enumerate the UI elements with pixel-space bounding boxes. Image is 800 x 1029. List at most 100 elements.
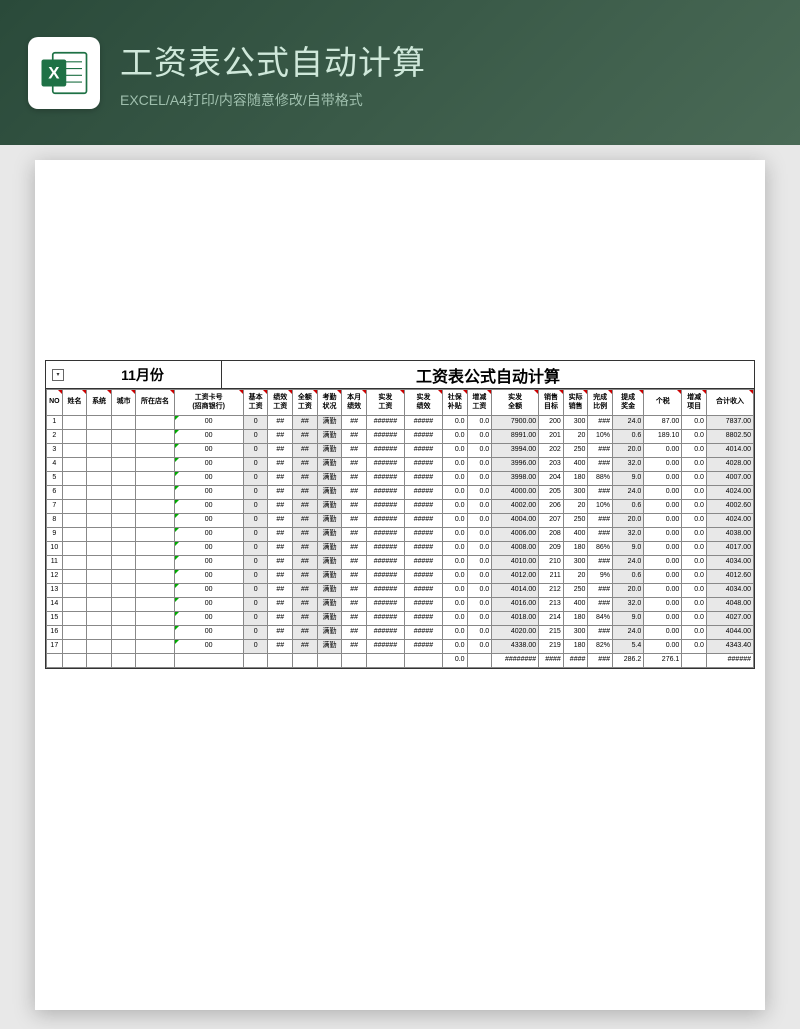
cell[interactable]: 88% — [588, 472, 613, 486]
cell[interactable]: ## — [342, 640, 367, 654]
cell[interactable]: 20.0 — [612, 584, 643, 598]
cell[interactable]: ## — [342, 486, 367, 500]
cell[interactable]: 0 — [243, 514, 268, 528]
cell[interactable] — [111, 528, 136, 542]
cell[interactable]: ##### — [404, 542, 442, 556]
cell[interactable]: 209 — [539, 542, 564, 556]
cell[interactable]: 32.0 — [612, 598, 643, 612]
cell[interactable]: ## — [268, 556, 293, 570]
cell[interactable] — [136, 584, 174, 598]
cell[interactable]: 0.0 — [682, 626, 707, 640]
cell[interactable]: 400 — [563, 458, 588, 472]
cell[interactable]: 8 — [47, 514, 63, 528]
cell[interactable]: 201 — [539, 430, 564, 444]
cell[interactable]: ##### — [404, 472, 442, 486]
cell[interactable]: 0.0 — [682, 584, 707, 598]
cell[interactable] — [62, 444, 87, 458]
cell[interactable]: 20 — [563, 570, 588, 584]
cell[interactable] — [62, 626, 87, 640]
cell[interactable]: 5 — [47, 472, 63, 486]
cell[interactable]: 4000.00 — [492, 486, 539, 500]
cell[interactable]: ## — [293, 430, 318, 444]
cell[interactable] — [87, 430, 112, 444]
cell[interactable]: 0.6 — [612, 500, 643, 514]
cell[interactable] — [87, 640, 112, 654]
cell[interactable]: 0 — [243, 584, 268, 598]
cell[interactable]: 0.0 — [682, 640, 707, 654]
cell[interactable]: 0.00 — [644, 500, 682, 514]
cell[interactable]: 214 — [539, 612, 564, 626]
cell[interactable] — [136, 556, 174, 570]
cell[interactable]: ## — [293, 570, 318, 584]
cell[interactable]: 0.6 — [612, 430, 643, 444]
cell[interactable]: 0.0 — [442, 472, 467, 486]
cell[interactable]: 0 — [243, 416, 268, 430]
cell[interactable]: 满勤 — [317, 444, 342, 458]
cell[interactable] — [111, 486, 136, 500]
cell[interactable]: 300 — [563, 556, 588, 570]
cell[interactable] — [62, 416, 87, 430]
cell[interactable]: 00 — [174, 528, 243, 542]
cell[interactable]: ## — [342, 500, 367, 514]
cell[interactable]: ##### — [404, 612, 442, 626]
cell[interactable]: 00 — [174, 640, 243, 654]
cell[interactable]: 0.0 — [442, 584, 467, 598]
cell[interactable]: 满勤 — [317, 458, 342, 472]
cell[interactable]: 9 — [47, 528, 63, 542]
cell[interactable] — [87, 486, 112, 500]
cell[interactable]: 204 — [539, 472, 564, 486]
cell[interactable] — [136, 500, 174, 514]
cell[interactable]: 4004.00 — [492, 514, 539, 528]
cell[interactable]: 10 — [47, 542, 63, 556]
cell[interactable]: 0.0 — [467, 444, 492, 458]
cell[interactable] — [87, 598, 112, 612]
cell[interactable]: 0.0 — [682, 472, 707, 486]
cell[interactable]: 20 — [563, 430, 588, 444]
cell[interactable]: 10% — [588, 500, 613, 514]
cell[interactable]: ## — [293, 612, 318, 626]
cell[interactable]: 4024.00 — [706, 514, 753, 528]
cell[interactable]: 0.0 — [467, 416, 492, 430]
cell[interactable]: ## — [342, 528, 367, 542]
cell[interactable]: ## — [268, 486, 293, 500]
cell[interactable] — [87, 626, 112, 640]
cell[interactable]: 9.0 — [612, 472, 643, 486]
cell[interactable]: 4048.00 — [706, 598, 753, 612]
cell[interactable]: 250 — [563, 584, 588, 598]
cell[interactable]: 0.0 — [682, 612, 707, 626]
cell[interactable]: ## — [293, 444, 318, 458]
cell[interactable]: 4018.00 — [492, 612, 539, 626]
cell[interactable]: ## — [268, 598, 293, 612]
cell[interactable] — [62, 528, 87, 542]
cell[interactable] — [111, 570, 136, 584]
cell[interactable]: ### — [588, 556, 613, 570]
cell[interactable]: 4027.00 — [706, 612, 753, 626]
cell[interactable]: ###### — [366, 458, 404, 472]
cell[interactable]: 0.0 — [442, 444, 467, 458]
cell[interactable]: 满勤 — [317, 514, 342, 528]
cell[interactable]: 400 — [563, 528, 588, 542]
cell[interactable]: ###### — [366, 640, 404, 654]
cell[interactable]: 24.0 — [612, 556, 643, 570]
cell[interactable]: ### — [588, 626, 613, 640]
cell[interactable]: ## — [268, 458, 293, 472]
cell[interactable]: ###### — [366, 612, 404, 626]
cell[interactable]: 0.00 — [644, 472, 682, 486]
cell[interactable]: 0.0 — [682, 458, 707, 472]
cell[interactable]: ### — [588, 514, 613, 528]
cell[interactable]: 20.0 — [612, 514, 643, 528]
cell[interactable]: 0.0 — [682, 528, 707, 542]
cell[interactable]: 4034.00 — [706, 556, 753, 570]
cell[interactable] — [87, 444, 112, 458]
cell[interactable]: 0 — [243, 486, 268, 500]
cell[interactable]: 0.0 — [442, 640, 467, 654]
cell[interactable]: 7837.00 — [706, 416, 753, 430]
cell[interactable]: 0.0 — [682, 542, 707, 556]
cell[interactable]: 180 — [563, 640, 588, 654]
cell[interactable]: ## — [342, 626, 367, 640]
cell[interactable]: 4024.00 — [706, 486, 753, 500]
cell[interactable]: 满勤 — [317, 472, 342, 486]
cell[interactable]: 0.0 — [442, 430, 467, 444]
cell[interactable]: 0.0 — [467, 570, 492, 584]
cell[interactable]: 4343.40 — [706, 640, 753, 654]
